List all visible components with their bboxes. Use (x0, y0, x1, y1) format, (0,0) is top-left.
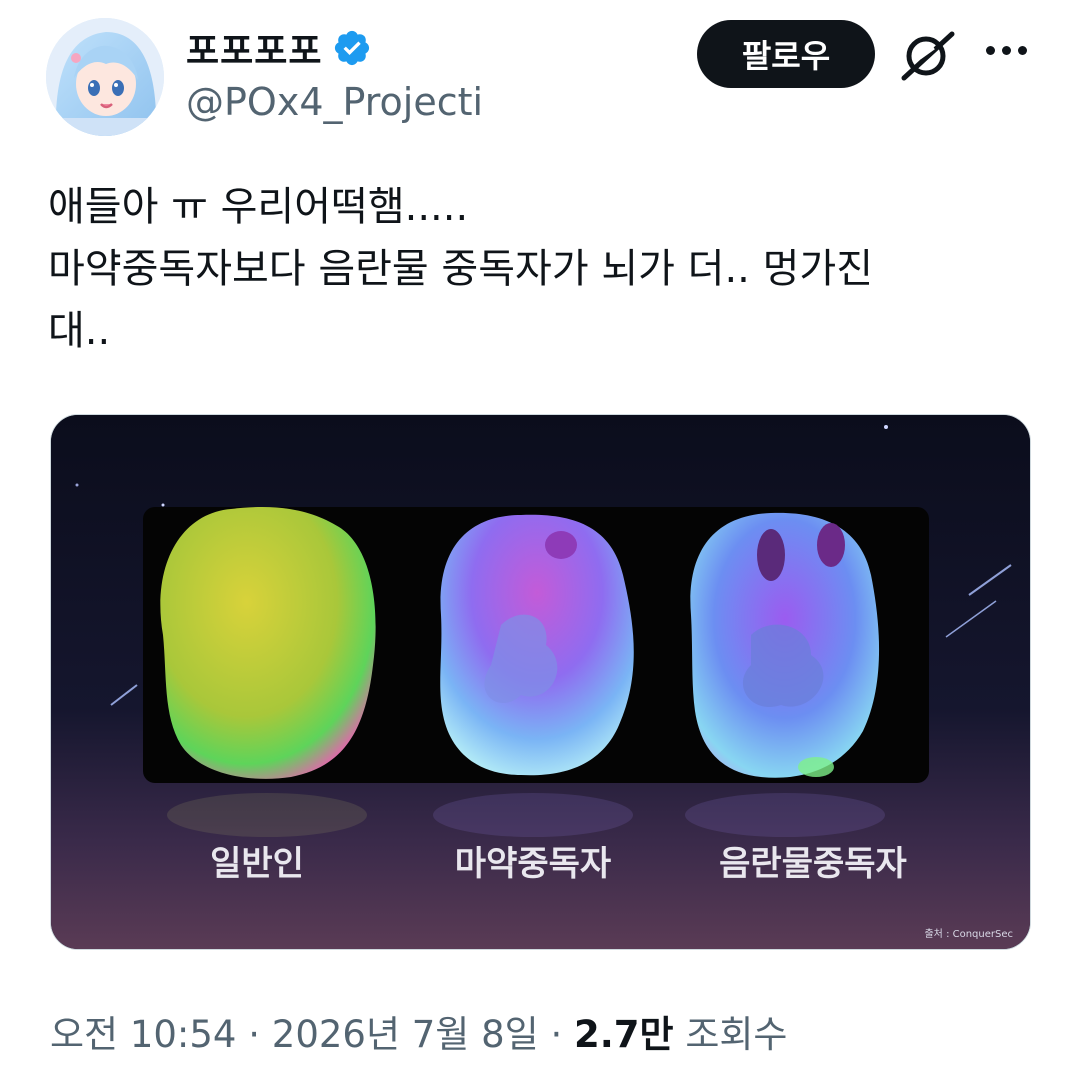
author-name-row[interactable]: 포포포포 (186, 22, 372, 74)
media-label-drug: 마약중독자 (455, 844, 611, 884)
view-count: 2.7만 (573, 1013, 674, 1056)
media-label-normal: 일반인 (210, 844, 304, 884)
tweet-media-image[interactable]: 일반인 마약중독자 음란물중독자 출처 : ConquerSec (50, 414, 1031, 950)
author-handle[interactable]: @POx4_Projecti (186, 80, 483, 124)
view-count-label: 조회수 (685, 1013, 788, 1056)
more-options-icon[interactable] (986, 46, 1028, 58)
tweet-date[interactable]: 2026년 7월 8일 (272, 1013, 539, 1056)
tweet-time[interactable]: 오전 10:54 (50, 1013, 236, 1056)
tweet-meta: 오전 10:54 · 2026년 7월 8일 · 2.7만 조회수 (50, 1004, 787, 1058)
meta-separator: · (550, 1013, 563, 1056)
grok-icon[interactable] (898, 30, 956, 82)
follow-button[interactable]: 팔로우 (697, 20, 875, 88)
verified-badge-icon (335, 30, 370, 66)
anime-girl-avatar-image (46, 18, 164, 136)
tweet-line: 대.. (48, 308, 111, 354)
tweet-text: 애들아 ㅠ 우리어떡햄..... 마약중독자보다 음란물 중독자가 뇌가 더..… (48, 176, 1038, 362)
media-source-credit: 출처 : ConquerSec (924, 928, 1013, 940)
media-label-porn: 음란물중독자 (719, 844, 907, 884)
author-display-name[interactable]: 포포포포 (186, 22, 322, 74)
tweet-line: 마약중독자보다 음란물 중독자가 뇌가 더.. 멍가진 (48, 246, 874, 292)
meta-separator: · (248, 1013, 261, 1056)
avatar[interactable] (46, 18, 164, 136)
tweet-line: 애들아 ㅠ 우리어떡햄..... (48, 184, 469, 230)
